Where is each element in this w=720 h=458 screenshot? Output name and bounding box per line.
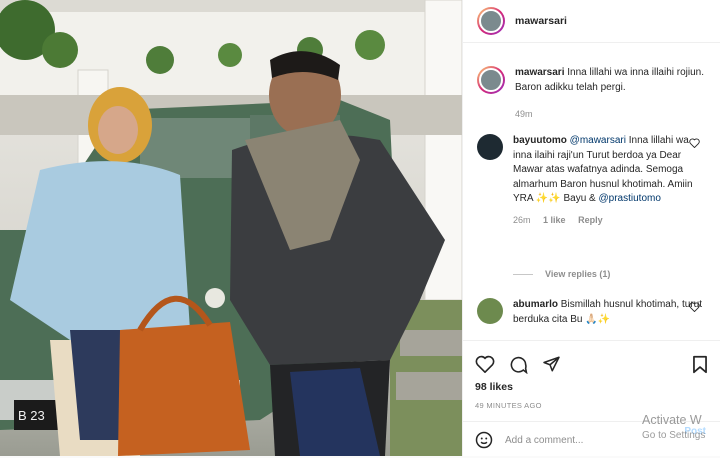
avatar[interactable] xyxy=(477,66,505,94)
comment-item: bayuutomo @mawarsari Inna lillahi wa inn… xyxy=(463,134,720,227)
share-icon[interactable] xyxy=(542,355,561,373)
avatar[interactable] xyxy=(477,134,503,160)
comment-time[interactable]: 26m xyxy=(513,215,531,225)
comment-mention[interactable]: @mawarsari xyxy=(570,135,626,146)
bookmark-icon[interactable] xyxy=(692,355,708,374)
caption-username[interactable]: mawarsari xyxy=(515,67,564,78)
post-side-panel: mawarsari mawarsari Inna lillahi wa inna… xyxy=(462,0,720,456)
watermark-line1: Activate W xyxy=(642,413,702,427)
post-username[interactable]: mawarsari xyxy=(515,15,567,27)
comment-username[interactable]: bayuutomo xyxy=(513,135,567,146)
likes-count[interactable]: 98 likes xyxy=(463,381,720,393)
license-plate: B 23 xyxy=(18,408,45,423)
photo-illustration: B 23 xyxy=(0,0,462,456)
activate-windows-watermark: Activate W Go to Settings xyxy=(642,412,720,444)
comment-likes[interactable]: 1 like xyxy=(543,215,566,225)
post-timestamp[interactable]: 49 MINUTES AGO xyxy=(463,401,720,410)
avatar[interactable] xyxy=(477,7,505,35)
caption-time[interactable]: 49m xyxy=(515,109,533,119)
view-replies-button[interactable]: View replies (1) xyxy=(513,269,610,279)
view-replies-label: View replies (1) xyxy=(545,269,611,279)
heart-icon[interactable] xyxy=(689,138,700,148)
heart-icon[interactable] xyxy=(689,302,700,312)
post-header: mawarsari xyxy=(463,0,720,43)
heart-icon[interactable] xyxy=(475,355,495,373)
reply-button[interactable]: Reply xyxy=(578,215,603,225)
add-comment-input[interactable]: Add a comment... xyxy=(505,435,583,446)
emoji-icon[interactable] xyxy=(475,431,493,449)
comment-username[interactable]: abumarlo xyxy=(513,299,558,310)
comment-icon[interactable] xyxy=(509,355,528,374)
avatar[interactable] xyxy=(477,298,503,324)
post-photo[interactable]: B 23 xyxy=(0,0,462,456)
watermark-line2: Go to Settings xyxy=(642,430,706,441)
comments-list[interactable]: mawarsari Inna lillahi wa inna illaihi r… xyxy=(463,58,720,343)
comment-item: abumarlo Bismillah husnul khotimah, turu… xyxy=(463,298,720,327)
comment-mention[interactable]: @prastiutomo xyxy=(599,193,661,204)
caption: mawarsari Inna lillahi wa inna illaihi r… xyxy=(463,66,720,122)
